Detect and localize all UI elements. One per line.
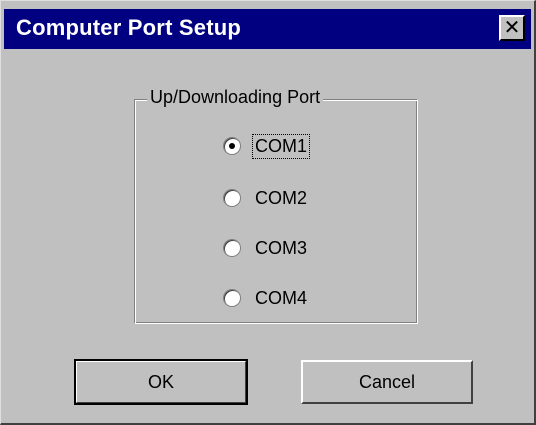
radio-button-com4[interactable] (223, 289, 241, 307)
radio-button-com2[interactable] (223, 189, 241, 207)
radio-label-com2[interactable]: COM2 (253, 187, 309, 210)
radio-label-com1[interactable]: COM1 (251, 133, 311, 159)
radio-label-com4[interactable]: COM4 (253, 287, 309, 310)
radio-button-com3[interactable] (223, 239, 241, 257)
radio-option-com1[interactable]: COM1 (223, 132, 311, 160)
radio-label-com3[interactable]: COM3 (253, 237, 309, 260)
close-icon: ✕ (503, 15, 521, 39)
ok-button[interactable]: OK (74, 359, 248, 405)
groupbox-label: Up/Downloading Port (147, 87, 324, 108)
radio-button-com1[interactable] (223, 137, 241, 155)
window-title: Computer Port Setup (16, 15, 242, 40)
cancel-button[interactable]: Cancel (301, 360, 473, 404)
radio-option-com2[interactable]: COM2 (223, 184, 309, 212)
dialog-window: Computer Port Setup ✕ Up/Downloading Por… (0, 0, 536, 425)
title-bar[interactable]: Computer Port Setup ✕ (4, 9, 531, 49)
radio-option-com3[interactable]: COM3 (223, 234, 309, 262)
close-button[interactable]: ✕ (499, 15, 525, 41)
radio-option-com4[interactable]: COM4 (223, 284, 309, 312)
port-groupbox: Up/Downloading Port COM1 COM2 COM3 COM4 (134, 87, 418, 324)
